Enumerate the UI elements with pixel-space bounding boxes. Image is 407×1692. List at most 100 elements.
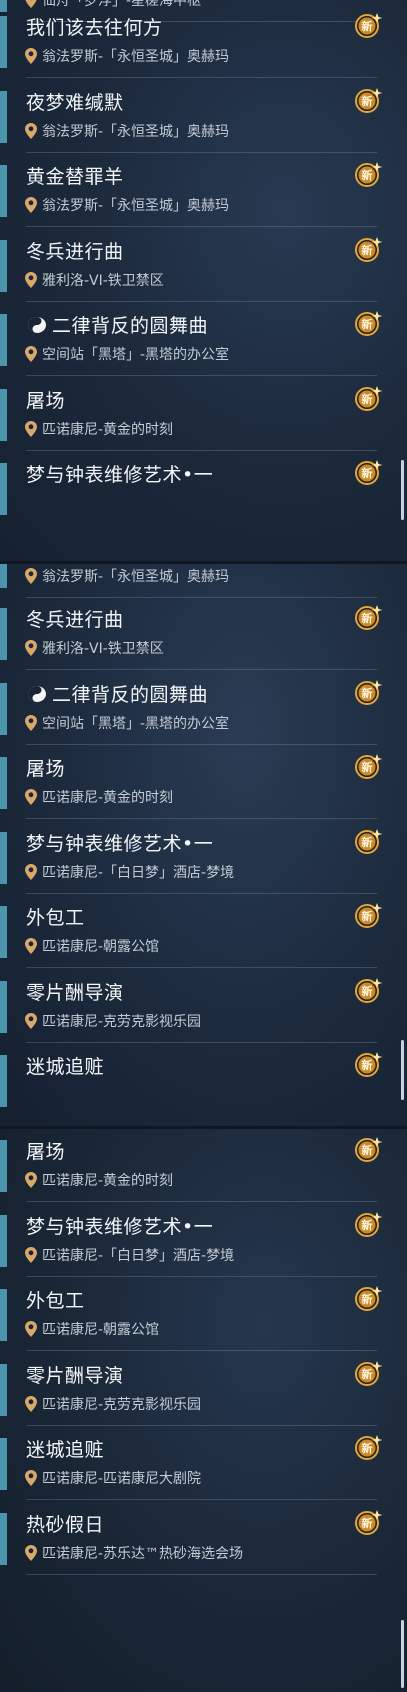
new-badge: 新 [353,87,383,113]
yin-yang-icon [28,685,46,702]
new-badge-label: 新 [361,318,373,331]
quest-title-row: 迷城追赃 [26,1438,104,1462]
new-badge: 新 [353,1211,383,1237]
location-pin-icon [25,938,37,954]
scrollbar-thumb[interactable] [401,1620,404,1688]
quest-item[interactable]: 冬兵进行曲雅利洛-VI-铁卫禁区 新 [0,598,407,670]
quest-title: 我们该去往何方 [26,17,163,39]
quest-title-row: 冬兵进行曲 [26,608,124,632]
new-badge-label: 新 [361,835,373,849]
row-divider [26,1350,377,1351]
quest-accent-bar [0,1055,7,1107]
quest-location: 匹诺康尼-黄金的时刻 [25,419,173,439]
new-badge-label: 新 [361,169,373,182]
quest-accent-bar [0,239,7,292]
quest-location-text: 匹诺康尼-朝露公馆 [42,1322,160,1338]
quest-title: 梦与钟表维修艺术•一 [26,1215,214,1238]
quest-title: 屠场 [26,758,66,780]
quest-title: 二律背反的圆舞曲 [52,683,209,706]
quest-title-row: 外包工 [26,1289,85,1313]
quest-location: 匹诺康尼-克劳克影视乐园 [25,1394,201,1414]
scrollbar-thumb[interactable] [401,1040,404,1100]
quest-title-row: 黄金替罪羊 [26,165,124,189]
new-badge-label: 新 [361,1144,373,1157]
quest-title-row: 屠场 [26,757,65,781]
quest-item[interactable]: 屠场匹诺康尼-黄金的时刻 新 [0,379,407,451]
quest-location: 匹诺康尼-朝露公馆 [25,936,159,956]
row-divider [26,1573,377,1575]
row-divider [26,1499,377,1500]
row-divider [26,967,377,968]
new-badge-label: 新 [361,467,373,480]
location-pin-icon [25,1012,37,1029]
location-pin-icon [25,714,37,731]
row-divider [26,226,377,227]
quest-accent-bar [0,906,7,958]
quest-accent-bar [0,608,7,660]
quest-item[interactable]: 零片酬导演匹诺康尼-克劳克影视乐园 新 [0,971,407,1043]
new-badge-label: 新 [361,1367,373,1381]
quest-item[interactable]: 我们该去往何方 翁法罗斯-「永恒圣城」奥赫玛 新 [0,6,407,78]
new-badge-label: 新 [361,1293,373,1306]
location-pin-icon [25,640,37,656]
quest-title: 冬兵进行曲 [26,609,124,631]
scrollbar-thumb[interactable] [401,460,404,520]
quest-list-panel-3: 屠场 匹诺康尼-黄金的时刻新梦与钟表维修艺术•一 匹诺康尼-「白日梦」酒店-梦境新外… [0,1128,407,1692]
new-badge-label: 新 [361,392,373,406]
row-divider [26,151,377,153]
quest-item[interactable]: 外包工 匹诺康尼-朝露公馆 新 [0,896,407,968]
quest-item[interactable]: 零片酬导演 匹诺康尼-克劳克影视乐园 新 [0,1354,407,1426]
quest-item[interactable]: 二律背反的圆舞曲 空间站「黑塔」-黑塔的办公室 新 [0,673,407,745]
panel-separator [0,561,407,564]
quest-item[interactable]: 迷城追赃 新 [0,1045,407,1117]
new-badge: 新 [353,310,383,336]
quest-title: 屠场 [26,389,66,412]
row-divider [26,77,377,78]
quest-location: 翁法罗斯-「永恒圣城」奥赫玛 [25,566,229,586]
quest-accent-bar [0,1363,7,1416]
new-badge-label: 新 [361,20,373,33]
quest-location: 匹诺康尼-朝露公馆 [25,1319,159,1339]
quest-item[interactable]: 梦与钟表维修艺术•一 匹诺康尼-「白日梦」酒店-梦境 新 [0,1205,407,1277]
new-badge: 新 [353,385,383,411]
location-pin-icon [25,197,37,213]
quest-location-text: 雅利洛-VI-铁卫禁区 [42,641,164,657]
row-divider [26,669,377,670]
new-badge: 新 [353,604,383,630]
quest-item[interactable]: 夜梦难缄默 翁法罗斯-「永恒圣城」奥赫玛 新 [0,81,407,153]
row-divider [26,818,377,819]
quest-location: 匹诺康尼-黄金的时刻 [25,787,173,807]
new-badge: 新 [353,977,383,1003]
quest-location: 翁法罗斯-「永恒圣城」奥赫玛 [25,121,229,141]
quest-location-text: 翁法罗斯-「永恒圣城」奥赫玛 [42,569,230,585]
quest-title: 零片酬导演 [26,981,124,1004]
quest-item[interactable]: 外包工匹诺康尼-朝露公馆 新 [0,1279,407,1351]
quest-location-text: 空间站「黑塔」-黑塔的办公室 [42,715,230,732]
location-pin-icon [25,346,37,362]
quest-location-text: 匹诺康尼-苏乐达™热砂海选会场 [42,1545,244,1562]
location-pin-icon [25,420,37,437]
quest-item[interactable]: 梦与钟表维修艺术•一 匹诺康尼-「白日梦」酒店-梦境 新 [0,822,407,894]
location-pin-icon [25,863,37,880]
quest-item[interactable]: 梦与钟表维修艺术•一 新 [0,453,407,525]
new-badge: 新 [353,1434,383,1460]
quest-item[interactable]: 黄金替罪羊 翁法罗斯-「永恒圣城」奥赫玛 新 [0,155,407,227]
quest-title-row: 冬兵进行曲 [26,240,124,264]
quest-title-row: 我们该去往何方 [26,16,163,40]
row-divider [26,1201,377,1202]
new-badge-label: 新 [361,761,373,774]
row-divider [26,1041,377,1043]
quest-item[interactable]: 冬兵进行曲 雅利洛-VI-铁卫禁区 新 [0,230,407,302]
new-badge-label: 新 [361,1516,373,1530]
quest-item[interactable]: 迷城追赃 匹诺康尼-匹诺康尼大剧院 新 [0,1428,407,1500]
quest-item[interactable]: 屠场 匹诺康尼-黄金的时刻 新 [0,1130,407,1202]
quest-item[interactable]: 热砂假日 匹诺康尼-苏乐达™热砂海选会场 新 [0,1503,407,1575]
new-badge-label: 新 [361,94,373,108]
quest-item[interactable]: 二律背反的圆舞曲 空间站「黑塔」-黑塔的办公室 新 [0,304,407,376]
quest-item-partial[interactable]: 翁法罗斯-「永恒圣城」奥赫玛 [0,563,407,598]
quest-title-row: 屠场 [26,389,65,413]
row-divider [26,375,377,376]
quest-item[interactable]: 屠场匹诺康尼-黄金的时刻 新 [0,747,407,819]
quest-title-row: 梦与钟表维修艺术•一 [26,1215,213,1239]
quest-location-text: 匹诺康尼-克劳克影视乐园 [42,1013,202,1030]
